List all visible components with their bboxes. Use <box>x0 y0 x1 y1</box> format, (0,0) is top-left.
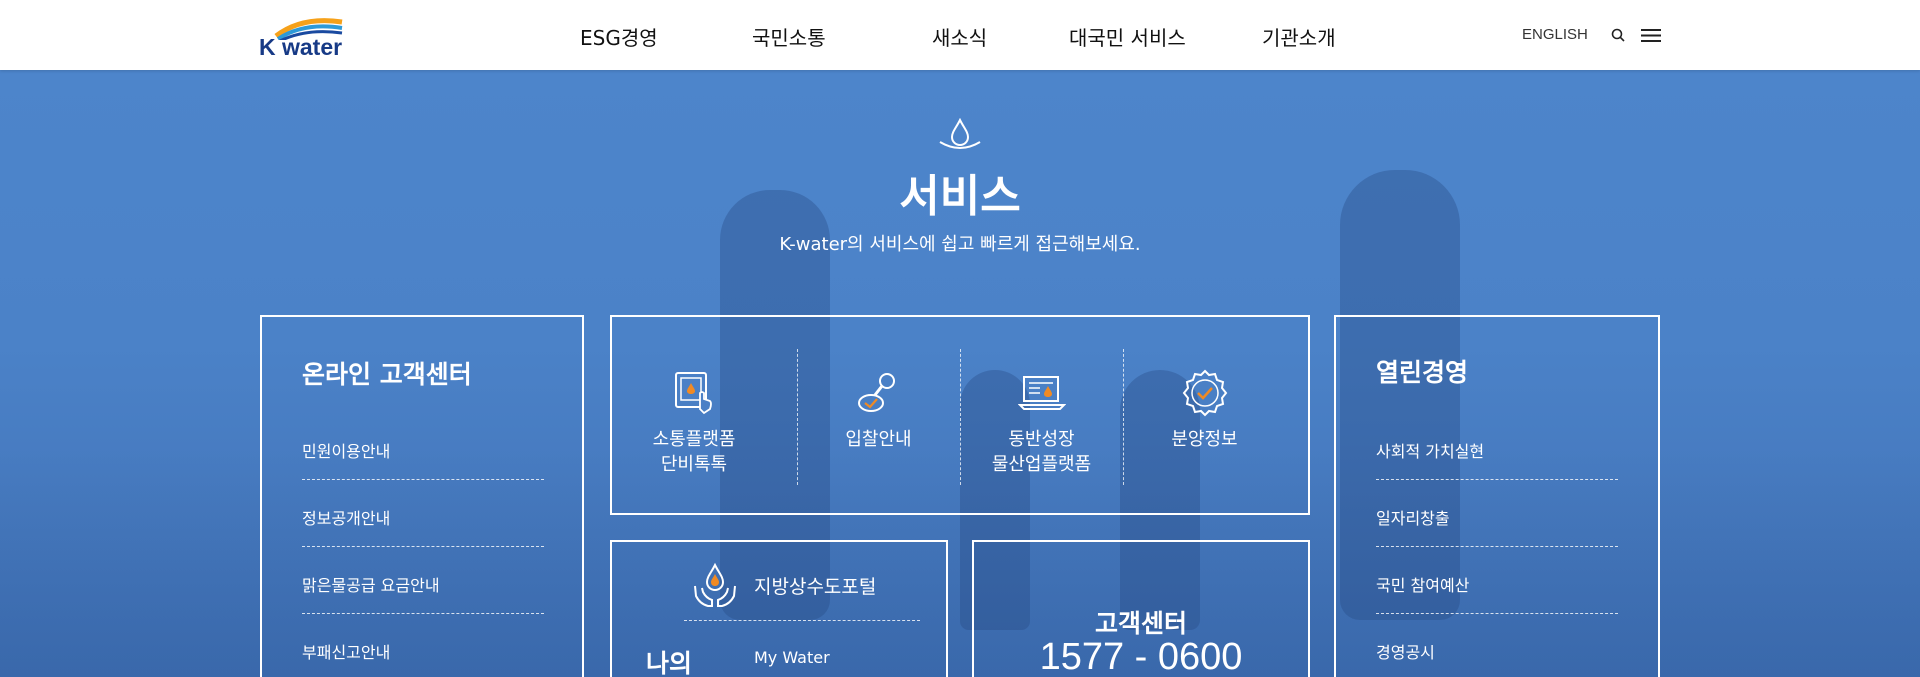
water-drop-icon <box>939 118 981 149</box>
list-item-label: 사회적 가치실현 <box>1376 442 1485 461</box>
list-item-label: 정보공개안내 <box>302 509 391 528</box>
online-center-box: 온라인 고객센터 민원이용안내 정보공개안내 맑은물공급 요금안내 부패신고안내 <box>260 315 584 677</box>
customer-center-box: 고객센터 1577 - 0600 <box>972 540 1310 677</box>
my-label: 나의 <box>646 649 693 677</box>
badge-check-icon <box>1182 369 1227 417</box>
logo-text: K water <box>259 34 343 60</box>
section-title: 서비스 <box>899 171 1021 222</box>
list-item-label: 부패신고안내 <box>302 643 391 662</box>
service-label: 소통플랫폼 단비톡톡 <box>652 429 736 475</box>
list-item[interactable]: 맑은물공급 요금안내 <box>302 547 544 614</box>
nav-esg[interactable]: ESG경영 <box>580 22 658 51</box>
list-item[interactable]: 민원이용안내 <box>302 413 544 480</box>
list-item[interactable]: 경영공시 <box>1376 614 1618 677</box>
hamburger-menu-icon[interactable] <box>1641 28 1661 43</box>
open-management-box: 열린경영 사회적 가치실현 일자리창출 국민 참여예산 경영공시 <box>1334 315 1660 677</box>
service-bidding[interactable]: 입찰안내 <box>797 317 960 513</box>
list-item[interactable]: 일자리창출 <box>1376 480 1618 547</box>
local-water-portal-link[interactable]: 지방상수도포털 <box>754 572 876 599</box>
local-portal-box: 지방상수도포털 나의 My Water <box>610 540 948 677</box>
service-label: 입찰안내 <box>845 429 912 450</box>
section-subtitle: K-water의 서비스에 쉽고 빠르게 접근해보세요. <box>779 234 1141 255</box>
customer-center-title: 고객센터 <box>1094 609 1187 638</box>
list-item-label: 민원이용안내 <box>302 442 391 461</box>
site-header: K water ESG경영 국민소통 새소식 대국민 서비스 기관소개 ENGL… <box>0 0 1920 70</box>
service-danbi-talk[interactable]: 소통플랫폼 단비톡톡 <box>624 317 764 513</box>
list-item-label: 일자리창출 <box>1376 509 1450 528</box>
nav-public-service[interactable]: 대국민 서비스 <box>1069 22 1186 51</box>
list-item[interactable]: 사회적 가치실현 <box>1376 413 1618 480</box>
online-center-title: 온라인 고객센터 <box>302 360 472 389</box>
services-box: 소통플랫폼 단비톡톡 입찰안내 동반성장 물산업플랫폼 분양정보 <box>610 315 1310 515</box>
service-label: 동반성장 물산업플랫폼 <box>991 429 1092 475</box>
list-item[interactable]: 정보공개안내 <box>302 480 544 547</box>
my-water-link[interactable]: My Water <box>754 648 830 667</box>
list-item-label: 맑은물공급 요금안내 <box>302 576 440 595</box>
kwater-logo[interactable]: K water <box>258 14 344 60</box>
search-icon[interactable] <box>1611 28 1625 42</box>
service-shared-growth[interactable]: 동반성장 물산업플랫폼 <box>960 317 1123 513</box>
list-item-label: 국민 참여예산 <box>1376 576 1470 595</box>
nav-about[interactable]: 기관소개 <box>1262 22 1336 51</box>
nav-communication[interactable]: 국민소통 <box>752 22 826 51</box>
english-link[interactable]: ENGLISH <box>1522 26 1588 43</box>
service-label: 분양정보 <box>1171 429 1238 450</box>
nav-news[interactable]: 새소식 <box>932 22 987 51</box>
customer-center-phone[interactable]: 1577 - 0600 <box>974 636 1308 677</box>
service-sale-info[interactable]: 분양정보 <box>1123 317 1286 513</box>
laptop-drop-icon <box>1017 376 1066 410</box>
open-management-title: 열린경영 <box>1376 358 1469 387</box>
list-item-label: 경영공시 <box>1376 643 1435 662</box>
hands-water-drop-icon <box>694 562 736 607</box>
stamp-icon <box>857 373 895 412</box>
list-item[interactable]: 부패신고안내 <box>302 614 544 677</box>
tablet-touch-icon <box>675 372 712 415</box>
divider <box>684 620 920 621</box>
list-item[interactable]: 국민 참여예산 <box>1376 547 1618 614</box>
